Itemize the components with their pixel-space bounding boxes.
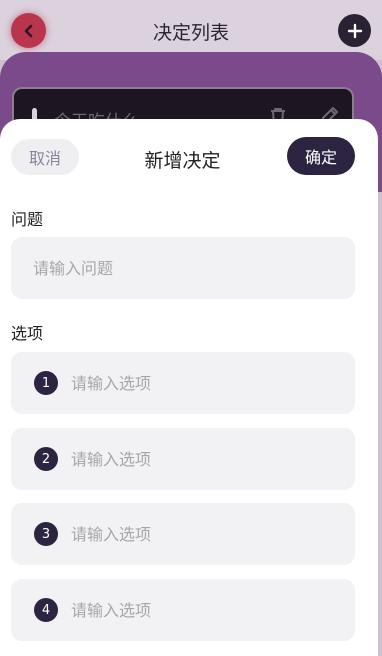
- option-input-4[interactable]: [71, 600, 355, 620]
- question-input[interactable]: [11, 258, 355, 278]
- add-decision-sheet: 取消 新增决定 确定 问题 选项 1 2 3 4: [0, 119, 378, 656]
- option-number-badge: 1: [34, 371, 58, 395]
- option-field-2[interactable]: 2: [11, 428, 355, 490]
- option-field-1[interactable]: 1: [11, 352, 355, 414]
- top-bar: 决定列表: [0, 0, 382, 60]
- page-title: 决定列表: [152, 22, 229, 44]
- add-button[interactable]: [338, 14, 371, 47]
- option-number-badge: 4: [34, 598, 58, 622]
- confirm-button[interactable]: 确定: [287, 137, 355, 175]
- option-input-2[interactable]: [71, 449, 355, 469]
- option-field-4[interactable]: 4: [11, 579, 355, 641]
- option-field-3[interactable]: 3: [11, 503, 355, 565]
- question-label: 问题: [11, 210, 44, 229]
- option-input-3[interactable]: [71, 524, 355, 544]
- option-number-badge: 2: [34, 447, 58, 471]
- question-field[interactable]: [11, 237, 355, 299]
- plus-icon: [347, 23, 362, 38]
- options-label: 选项: [11, 324, 44, 343]
- option-number-badge: 3: [34, 522, 58, 546]
- option-input-1[interactable]: [71, 373, 355, 393]
